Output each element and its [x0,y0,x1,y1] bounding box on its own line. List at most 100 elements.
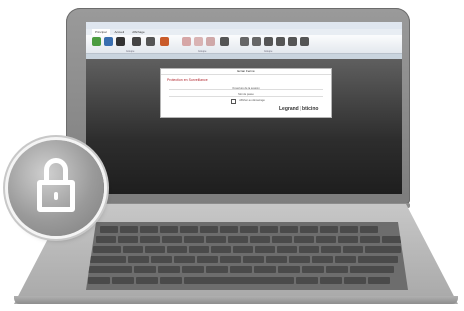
key [360,236,380,243]
key [197,256,218,263]
ribbon-button-13[interactable] [264,37,273,46]
key [343,246,363,253]
brand-bticino: bticino [302,106,319,112]
ribbon-button-3[interactable] [116,37,125,46]
key [220,256,241,263]
key [140,236,160,243]
key [296,277,318,284]
key [182,266,204,273]
spacebar-key [184,277,294,284]
key [277,246,297,253]
key [320,226,338,233]
lock-icon [8,140,104,236]
ribbon-group-label: Groupe [264,50,273,53]
key [338,236,358,243]
ribbon-button-7[interactable] [182,37,191,46]
key-row [90,256,398,263]
dialog-heading: Protection en Surveillance [167,78,208,82]
key-row [88,266,394,273]
key [88,277,110,284]
dialog-title: Ecran Fermé [161,69,331,75]
key [160,277,182,284]
ribbon-button-6[interactable] [160,37,169,46]
key [233,246,253,253]
key-row [93,246,401,253]
key [240,226,258,233]
brand-legrand: Legrand [279,106,299,112]
ribbon-button-9[interactable] [206,37,215,46]
key [278,266,300,273]
key [302,266,324,273]
key [118,236,138,243]
key [206,266,228,273]
key [160,226,178,233]
key [230,266,252,273]
key-row [88,277,390,284]
key [128,256,149,263]
ribbon-button-11[interactable] [240,37,249,46]
key-row [100,226,378,233]
dialog-line-1: Ouverture de la session [232,87,260,90]
laptop-illustration: Principal Accueil Affichage Groupe Group… [0,0,464,311]
ribbon-button-12[interactable] [252,37,261,46]
key [100,226,118,233]
brand-logo: Legrand|bticino [279,106,319,112]
app-title-bar [86,22,402,29]
key [167,246,187,253]
key [184,236,204,243]
key [344,277,366,284]
key [321,246,341,253]
key [145,246,165,253]
dialog-divider [169,96,323,97]
key [260,226,278,233]
key [312,256,333,263]
key [228,236,248,243]
key [335,256,356,263]
ribbon-button-2[interactable] [104,37,113,46]
ribbon-button-4[interactable] [132,37,141,46]
key [93,246,121,253]
key [211,246,231,253]
key [365,246,401,253]
ribbon-button-15[interactable] [288,37,297,46]
key [220,226,238,233]
key [158,266,180,273]
key [255,246,275,253]
ribbon-group-label: Groupe [198,50,207,53]
dialog-password-label: Mot de passe [238,93,254,96]
ribbon-button-5[interactable] [146,37,155,46]
key [162,236,182,243]
key [350,266,394,273]
key [300,226,318,233]
key [123,246,143,253]
key [206,236,226,243]
key [280,226,298,233]
key [340,226,358,233]
key [250,236,270,243]
key [272,236,292,243]
key [316,236,336,243]
key [326,266,348,273]
ribbon-button-14[interactable] [276,37,285,46]
key [289,256,310,263]
key-row [96,236,408,243]
key [88,266,132,273]
key [360,226,378,233]
key [368,277,390,284]
app-ribbon: Groupe Groupe Groupe [86,35,402,54]
key [180,226,198,233]
ribbon-button-8[interactable] [194,37,203,46]
key [189,246,209,253]
key [96,236,116,243]
key [140,226,158,233]
key [358,256,398,263]
laptop-front-edge [14,296,458,304]
key [174,256,195,263]
ribbon-button-16[interactable] [300,37,309,46]
ribbon-button-1[interactable] [92,37,101,46]
lock-keyhole [54,192,58,200]
key [254,266,276,273]
key [151,256,172,263]
key [90,256,126,263]
ribbon-button-10[interactable] [220,37,229,46]
